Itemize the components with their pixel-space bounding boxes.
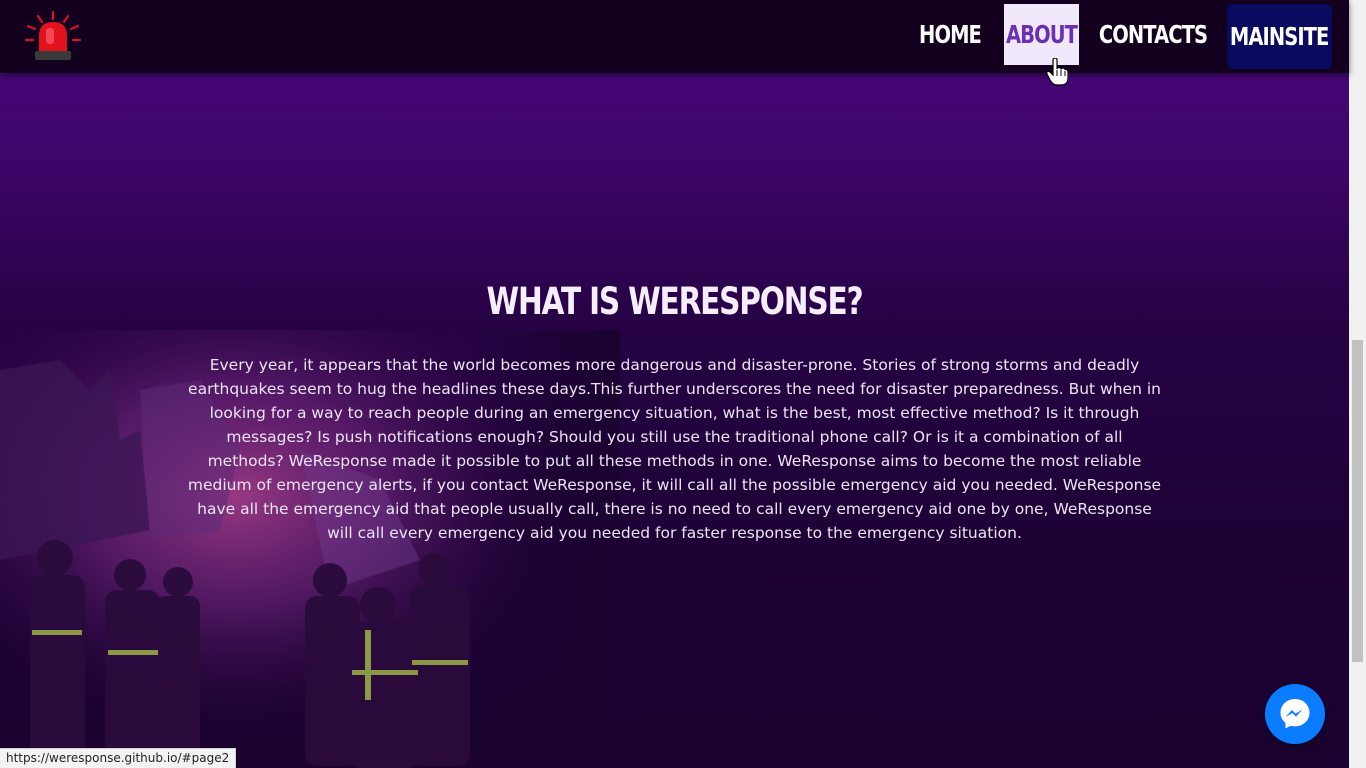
hand-pointer-icon	[1046, 58, 1068, 86]
nav-home-link[interactable]: HOME	[919, 4, 982, 65]
section-description: Every year, it appears that the world be…	[187, 356, 1162, 542]
nav-mainsite-button[interactable]: MAINSITE	[1227, 4, 1332, 69]
scrollbar-thumb[interactable]	[1352, 340, 1363, 662]
nav-contacts-link[interactable]: CONTACTS	[1099, 4, 1208, 65]
nav-about-link[interactable]: ABOUT	[1004, 4, 1079, 65]
messenger-chat-button[interactable]	[1265, 684, 1325, 744]
section-title: WHAT IS WERESPONSE?	[486, 280, 864, 323]
nav-about-label: ABOUT	[1006, 20, 1078, 49]
nav-mainsite-label: MAINSITE	[1230, 22, 1329, 51]
vertical-scrollbar[interactable]	[1349, 0, 1366, 768]
about-section: WHAT IS WERESPONSE? Every year, it appea…	[0, 0, 1349, 768]
link-status-url: https://weresponse.github.io/#page2	[0, 748, 237, 768]
siren-icon[interactable]	[24, 10, 82, 64]
messenger-icon	[1280, 699, 1310, 729]
top-navbar: HOME ABOUT CONTACTS MAINSITE	[0, 0, 1349, 73]
